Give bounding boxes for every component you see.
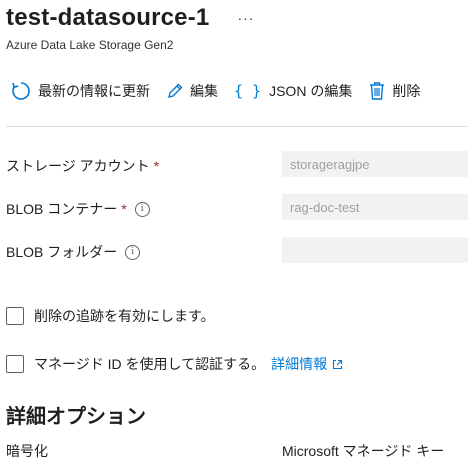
advanced-options-heading: 詳細オプション xyxy=(6,406,146,428)
header-divider xyxy=(6,126,468,127)
delete-button[interactable]: 削除 xyxy=(368,81,420,101)
braces-icon: { } xyxy=(234,82,262,100)
storage-account-field[interactable]: storageragjpe xyxy=(282,151,468,177)
managed-id-checkbox[interactable] xyxy=(6,355,24,373)
blob-container-label-text: BLOB コンテナー xyxy=(6,201,118,217)
edit-button[interactable]: 編集 xyxy=(166,81,218,101)
resource-type-subtitle: Azure Data Lake Storage Gen2 xyxy=(6,38,174,52)
storage-account-label-text: ストレージ アカウント xyxy=(6,158,150,174)
storage-account-value: storageragjpe xyxy=(290,156,370,172)
deletion-tracking-checkbox[interactable] xyxy=(6,307,24,325)
encryption-label: 暗号化 xyxy=(6,443,48,459)
deletion-tracking-label: 削除の追跡を有効にします。 xyxy=(34,308,215,324)
learn-more-label: 詳細情報 xyxy=(271,356,328,372)
blob-container-field[interactable]: rag-doc-test xyxy=(282,194,468,220)
blob-folder-field[interactable] xyxy=(282,237,468,263)
blob-container-value: rag-doc-test xyxy=(290,199,360,215)
encryption-value: Microsoft マネージド キー xyxy=(282,443,445,459)
pencil-icon xyxy=(168,83,183,98)
delete-label: 削除 xyxy=(392,83,421,99)
blob-folder-label: BLOB フォルダー i xyxy=(6,242,141,262)
required-marker: * xyxy=(153,158,160,174)
storage-account-label: ストレージ アカウント * xyxy=(6,156,159,176)
info-icon[interactable]: i xyxy=(134,201,150,217)
more-actions-button[interactable]: ··· xyxy=(231,10,260,26)
page-title: test-datasource-1 xyxy=(6,4,210,31)
json-edit-label: JSON の編集 xyxy=(269,83,353,99)
json-edit-button[interactable]: { } JSON の編集 xyxy=(234,81,352,101)
refresh-icon xyxy=(12,82,30,100)
external-link-icon xyxy=(333,359,343,369)
trash-icon xyxy=(370,82,385,100)
edit-label: 編集 xyxy=(190,83,218,99)
blob-container-label: BLOB コンテナー * i xyxy=(6,199,150,219)
command-bar: 最新の情報に更新 編集 { } JSON の編集 削除 xyxy=(10,80,436,102)
info-icon[interactable]: i xyxy=(125,244,141,260)
managed-id-label: マネージド ID を使用して認証する。 xyxy=(34,356,266,372)
learn-more-link[interactable]: 詳細情報 xyxy=(271,354,343,374)
blob-folder-label-text: BLOB フォルダー xyxy=(6,244,118,260)
managed-id-option: マネージド ID を使用して認証する。 詳細情報 xyxy=(6,354,343,374)
refresh-label: 最新の情報に更新 xyxy=(38,83,150,99)
page-header: test-datasource-1 ··· xyxy=(6,4,260,32)
refresh-button[interactable]: 最新の情報に更新 xyxy=(10,80,150,102)
deletion-tracking-option: 削除の追跡を有効にします。 xyxy=(6,306,215,326)
required-marker: * xyxy=(121,201,127,217)
